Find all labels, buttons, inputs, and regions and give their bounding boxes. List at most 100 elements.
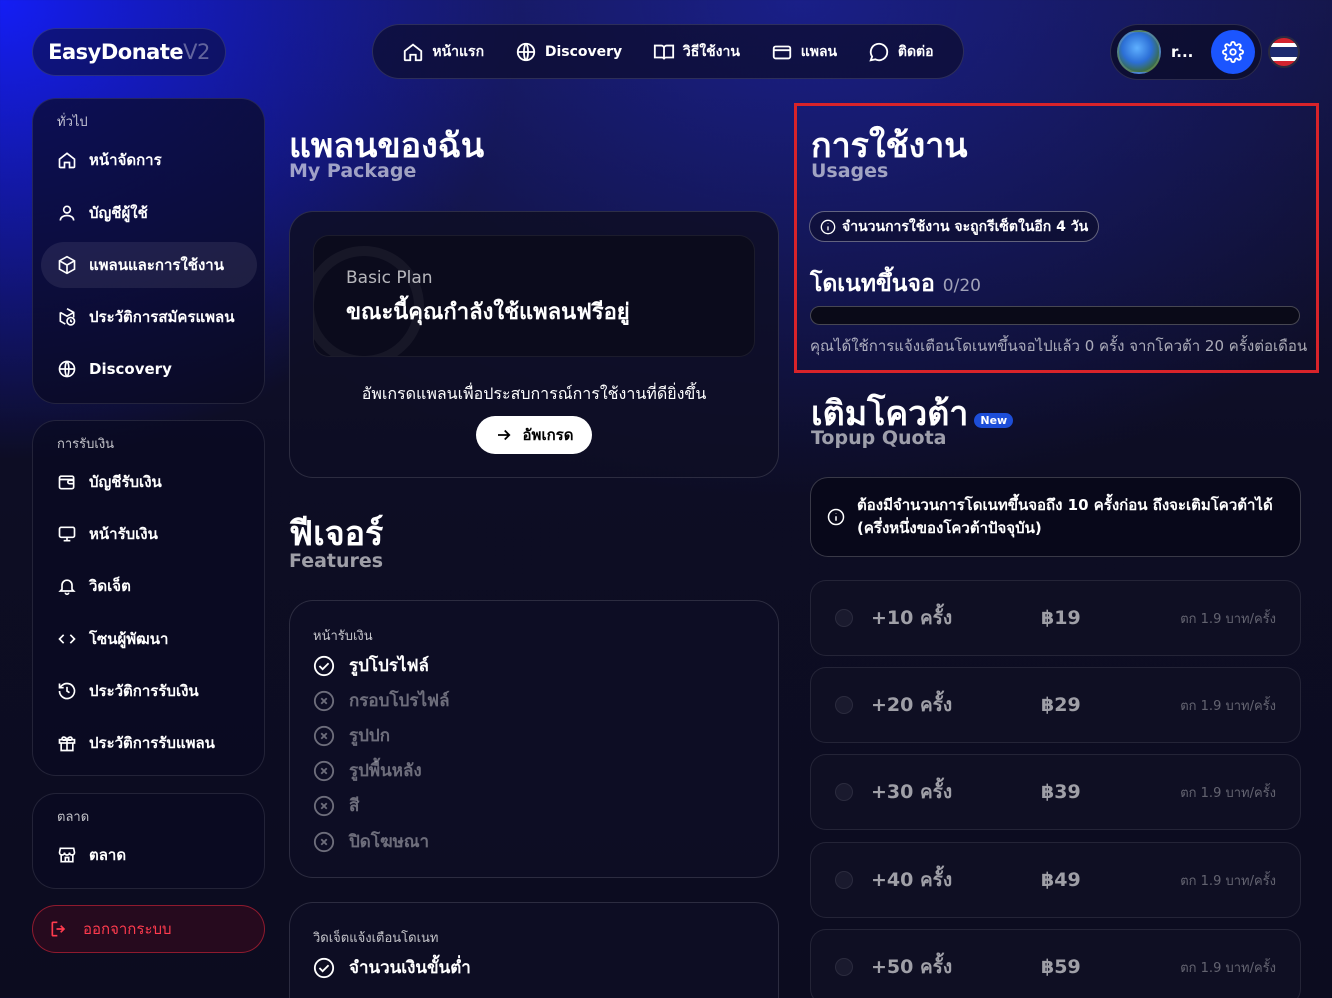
nav-plan-label: แพลน [800, 43, 838, 60]
upgrade-button-label: อัพเกรด [522, 426, 574, 444]
feature-item: จำนวนเงินขั้นต่ำ [313, 954, 471, 981]
brand-name: EasyDonate [48, 40, 184, 64]
feature-item: รูปโปรไฟล์ [313, 652, 429, 679]
feature-label: กรอบโปรไฟล์ [349, 691, 450, 711]
sidebar-item-plans[interactable]: แพลนและการใช้งาน [41, 242, 257, 288]
info-icon [827, 508, 845, 526]
reset-notice-text: จำนวนการใช้งาน จะถูกรีเซ็ตในอีก 4 วัน [842, 218, 1089, 235]
sidebar-item-label: แพลนและการใช้งาน [89, 256, 224, 274]
book-icon [653, 44, 675, 60]
check-circle-icon [313, 957, 335, 978]
sidebar-item-widget[interactable]: วิดเจ็ต [41, 563, 257, 609]
sidebar-item-plan-history[interactable]: ประวัติการสมัครแพลน [41, 294, 257, 340]
topup-price: ฿19 [1041, 607, 1081, 629]
sidebar-item-developer[interactable]: โซนผู้พัฒนา [41, 616, 257, 662]
brand-logo[interactable]: EasyDonate V2 [32, 28, 226, 76]
nav-home[interactable]: หน้าแรก [402, 41, 484, 63]
sidebar-item-dashboard[interactable]: หน้าจัดการ [41, 137, 257, 183]
thai-flag-icon[interactable] [1268, 36, 1300, 68]
topup-unit-price: ตก 1.9 บาท/ครั้ง [1180, 960, 1276, 976]
sidebar-item-discovery[interactable]: Discovery [41, 346, 257, 392]
x-circle-icon [313, 795, 335, 816]
topup-price: ฿49 [1041, 869, 1081, 891]
history-box-icon [59, 307, 76, 326]
arrow-right-icon [497, 429, 511, 441]
radio-button[interactable] [835, 609, 853, 627]
features-group-heading: วิดเจ็ตแจ้งเตือนโดเนท [313, 931, 439, 946]
new-badge: New [974, 413, 1014, 428]
topup-option[interactable]: +10 ครั้ง ฿19 ตก 1.9 บาท/ครั้ง [810, 580, 1301, 656]
feature-item: รูปพื้นหลัง [313, 757, 422, 784]
sidebar-item-label: ประวัติการสมัครแพลน [89, 308, 235, 326]
sidebar-item-donate-page[interactable]: หน้ารับเงิน [41, 511, 257, 557]
topup-option[interactable]: +50 ครั้ง ฿59 ตก 1.9 บาท/ครั้ง [810, 929, 1301, 998]
topup-option[interactable]: +20 ครั้ง ฿29 ตก 1.9 บาท/ครั้ง [810, 667, 1301, 743]
radio-button[interactable] [835, 783, 853, 801]
topup-notice-line2: (ครึ่งหนึ่งของโควต้าปัจจุบัน) [857, 519, 1042, 537]
box-icon [58, 255, 76, 275]
usage-subtitle: Usages [811, 160, 889, 182]
topup-unit-price: ตก 1.9 บาท/ครั้ง [1180, 611, 1276, 627]
nav-plan[interactable]: แพลน [771, 41, 837, 63]
x-circle-icon [313, 831, 335, 852]
topup-unit-price: ตก 1.9 บาท/ครั้ง [1180, 698, 1276, 714]
sidebar-market: ตลาด ตลาด [32, 793, 265, 889]
upgrade-text: อัพเกรดแพลนเพื่อประสบการณ์การใช้งานที่ดี… [361, 384, 707, 403]
wallet-icon [58, 475, 75, 490]
feature-label: จำนวนเงินขั้นต่ำ [349, 958, 471, 978]
usage-metric: โดเนทขึ้นจอ 0/20 [810, 266, 981, 302]
plan-name: Basic Plan [346, 268, 433, 288]
radio-button[interactable] [835, 958, 853, 976]
topup-amount: +50 ครั้ง [871, 956, 953, 978]
sidebar-item-payout-account[interactable]: บัญชีรับเงิน [41, 459, 257, 505]
avatar[interactable] [1117, 30, 1161, 74]
x-circle-icon [313, 725, 335, 746]
sidebar-item-received-plan-history[interactable]: ประวัติการรับแพลน [41, 720, 257, 766]
sidebar-item-label: Discovery [89, 360, 172, 378]
nav-discovery[interactable]: Discovery [515, 41, 622, 63]
package-subtitle: My Package [289, 160, 417, 182]
store-icon [58, 847, 76, 863]
sidebar-item-market[interactable]: ตลาด [41, 832, 257, 878]
radio-button[interactable] [835, 696, 853, 714]
topup-option[interactable]: +40 ครั้ง ฿49 ตก 1.9 บาท/ครั้ง [810, 842, 1301, 918]
bell-icon [58, 579, 76, 596]
home-icon [404, 43, 423, 61]
code-icon [58, 634, 76, 644]
sidebar-item-label: ประวัติการรับแพลน [89, 734, 215, 752]
sidebar-heading-payment: การรับเงิน [57, 437, 115, 452]
topup-subtitle: Topup Quota [811, 427, 947, 449]
gift-icon [58, 736, 76, 752]
sidebar-item-label: หน้ารับเงิน [89, 525, 158, 543]
upgrade-button[interactable]: อัพเกรด [476, 416, 592, 454]
user-menu[interactable]: r... [1110, 24, 1262, 80]
nav-contact[interactable]: ติดต่อ [868, 41, 934, 63]
reset-notice: จำนวนการใช้งาน จะถูกรีเซ็ตในอีก 4 วัน [809, 211, 1100, 242]
radio-button[interactable] [835, 871, 853, 889]
logout-label: ออกจากระบบ [83, 920, 172, 938]
sidebar-item-account[interactable]: บัญชีผู้ใช้ [41, 190, 257, 236]
user-name: r... [1171, 43, 1194, 61]
usage-metric-label: โดเนทขึ้นจอ [810, 271, 935, 297]
settings-button[interactable] [1211, 30, 1255, 74]
feature-label: สี [349, 796, 360, 816]
feature-label: ปิดโฆษณา [349, 832, 430, 852]
feature-label: รูปโปรไฟล์ [349, 656, 429, 676]
nav-howto[interactable]: วิธีใช้งาน [653, 41, 740, 63]
nav-home-label: หน้าแรก [432, 43, 485, 60]
usage-progress-bar [810, 306, 1300, 325]
logout-button[interactable]: ออกจากระบบ [32, 905, 265, 953]
topup-amount: +20 ครั้ง [871, 694, 953, 716]
sidebar-item-label: โซนผู้พัฒนา [89, 630, 169, 648]
feature-label: รูปพื้นหลัง [349, 761, 422, 781]
sidebar-item-label: ประวัติการรับเงิน [89, 682, 199, 700]
globe-icon [58, 360, 76, 378]
monitor-icon [58, 526, 76, 542]
feature-label: รูปปก [349, 726, 391, 746]
sidebar-item-label: วิดเจ็ต [89, 577, 131, 595]
home-icon [58, 152, 76, 169]
plan-status: ขณะนี้คุณกำลังใช้แพลนฟรีอยู่ [346, 300, 630, 325]
topup-option[interactable]: +30 ครั้ง ฿39 ตก 1.9 บาท/ครั้ง [810, 754, 1301, 830]
features-group-heading: หน้ารับเงิน [313, 629, 373, 644]
sidebar-item-payment-history[interactable]: ประวัติการรับเงิน [41, 668, 257, 714]
